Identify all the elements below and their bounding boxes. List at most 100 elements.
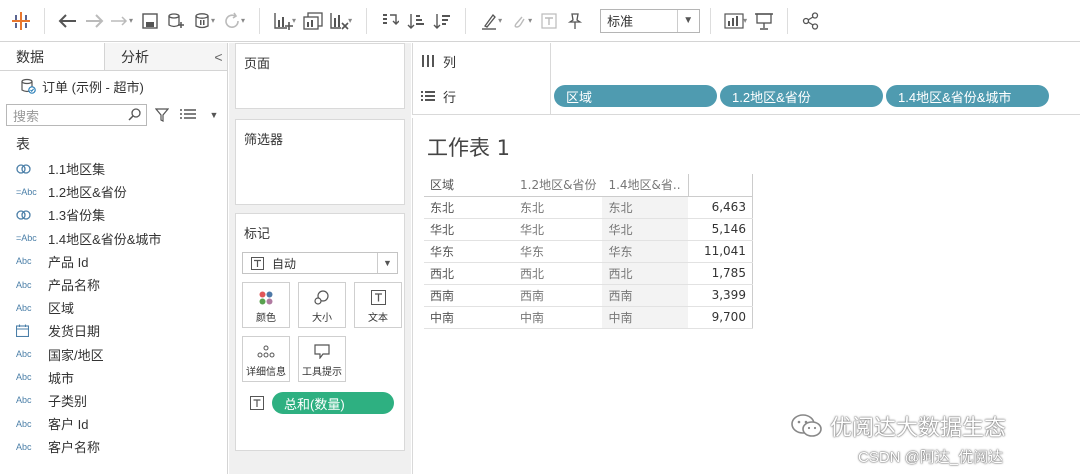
- cell-city[interactable]: 东北: [602, 196, 689, 219]
- back-icon[interactable]: [55, 8, 81, 34]
- color-button[interactable]: 颜色: [242, 282, 290, 328]
- cell-value[interactable]: 6,463: [688, 196, 753, 219]
- field-label: 子类别: [48, 393, 88, 409]
- header-region[interactable]: 区域: [424, 174, 514, 197]
- cards-dropdown-icon[interactable]: ▾: [743, 16, 747, 25]
- search-input[interactable]: 搜索: [6, 104, 147, 126]
- rows-shelf-label: 行: [413, 78, 551, 114]
- field-list: 1.1地区集 =Abc 1.2地区&省份 1.3省份集 =Abc 1.4地区&省份&城市 A…: [0, 157, 227, 458]
- field-item[interactable]: Abc 城市: [0, 366, 227, 389]
- cell-region[interactable]: 西北: [424, 262, 514, 285]
- field-item[interactable]: Abc 区域: [0, 296, 227, 319]
- filter-icon[interactable]: [151, 104, 173, 126]
- filters-card[interactable]: 筛选器: [235, 119, 405, 205]
- measure-pill[interactable]: 总和(数量): [272, 392, 394, 414]
- field-item[interactable]: 发货日期: [0, 319, 227, 342]
- show-mark-labels-icon[interactable]: [536, 8, 562, 34]
- field-item[interactable]: Abc 子类别: [0, 389, 227, 412]
- new-datasource-icon[interactable]: [163, 8, 189, 34]
- sort-ascending-icon[interactable]: [403, 8, 429, 34]
- field-item[interactable]: Abc 产品 Id: [0, 250, 227, 273]
- row-pill-region[interactable]: 区域: [554, 85, 717, 107]
- field-item[interactable]: 1.3省份集: [0, 203, 227, 226]
- header-city[interactable]: 1.4地区&省..: [602, 174, 689, 197]
- mark-buttons-row-2: 详细信息 工具提示: [236, 328, 404, 382]
- cell-region[interactable]: 中南: [424, 306, 514, 329]
- detail-label: 详细信息: [246, 366, 286, 378]
- cell-region[interactable]: 华东: [424, 240, 514, 263]
- search-row: 搜索 ▼: [0, 101, 227, 129]
- field-item[interactable]: =Abc 1.4地区&省份&城市: [0, 227, 227, 250]
- new-worksheet-dropdown-icon[interactable]: ▾: [292, 16, 296, 25]
- cell-province[interactable]: 中南: [514, 306, 603, 329]
- cell-value[interactable]: 5,146: [688, 218, 753, 241]
- cell-city[interactable]: 西北: [602, 262, 689, 285]
- field-item[interactable]: Abc 产品名称: [0, 273, 227, 296]
- row-pill-region-province-city[interactable]: 1.4地区&省份&城市: [886, 85, 1049, 107]
- color-label: 颜色: [256, 312, 276, 324]
- pages-card[interactable]: 页面: [235, 43, 405, 109]
- cell-province[interactable]: 东北: [514, 196, 603, 219]
- field-item[interactable]: Abc 客户名称: [0, 435, 227, 458]
- detail-button[interactable]: 详细信息: [242, 336, 290, 382]
- replay-dropdown-icon[interactable]: ▾: [129, 16, 133, 25]
- cell-city[interactable]: 中南: [602, 306, 689, 329]
- pause-dropdown-icon[interactable]: ▾: [211, 16, 215, 25]
- sheet-title[interactable]: 工作表 1: [427, 132, 510, 162]
- highlight-dropdown-icon[interactable]: ▾: [498, 16, 502, 25]
- collapse-pane-button[interactable]: <: [210, 43, 227, 70]
- cell-province[interactable]: 西北: [514, 262, 603, 285]
- presentation-mode-icon[interactable]: [751, 8, 777, 34]
- share-icon[interactable]: [798, 8, 824, 34]
- cell-value[interactable]: 3,399: [688, 284, 753, 307]
- sort-descending-icon[interactable]: [429, 8, 455, 34]
- cell-city[interactable]: 华东: [602, 240, 689, 263]
- cell-province[interactable]: 华北: [514, 218, 603, 241]
- tab-data[interactable]: 数据: [0, 43, 105, 70]
- label-icon: [370, 287, 386, 309]
- field-item[interactable]: Abc 国家/地区: [0, 343, 227, 366]
- refresh-dropdown-icon[interactable]: ▾: [241, 16, 245, 25]
- crosstab-header-row: 区域 1.2地区&省份 1.4地区&省..: [424, 174, 753, 197]
- columns-shelf[interactable]: 列: [412, 43, 1080, 80]
- cell-city[interactable]: 西南: [602, 284, 689, 307]
- mark-type-select[interactable]: 自动 ▼: [242, 252, 398, 274]
- cell-city[interactable]: 华北: [602, 218, 689, 241]
- set-icon: [16, 209, 44, 221]
- fit-select[interactable]: 标准 ▼: [600, 8, 701, 33]
- cell-value[interactable]: 9,700: [688, 306, 753, 329]
- cell-region[interactable]: 西南: [424, 284, 514, 307]
- duplicate-sheet-icon[interactable]: [300, 8, 326, 34]
- swap-rows-columns-icon[interactable]: [377, 8, 403, 34]
- fix-axes-icon[interactable]: [562, 8, 588, 34]
- cell-province[interactable]: 西南: [514, 284, 603, 307]
- tab-analytics[interactable]: 分析: [105, 43, 210, 70]
- group-dropdown-icon[interactable]: ▾: [528, 16, 532, 25]
- field-item[interactable]: 1.1地区集: [0, 157, 227, 180]
- save-icon[interactable]: [137, 8, 163, 34]
- header-province[interactable]: 1.2地区&省份: [514, 174, 603, 197]
- datasource-icon: [20, 78, 36, 94]
- view-options-icon[interactable]: [177, 104, 199, 126]
- field-item[interactable]: Abc 客户 Id: [0, 412, 227, 435]
- tableau-logo-icon[interactable]: [8, 8, 34, 34]
- clear-dropdown-icon[interactable]: ▾: [348, 16, 352, 25]
- chevron-down-icon: ▼: [677, 9, 693, 32]
- datasource-item[interactable]: 订单 (示例 - 超市): [0, 71, 227, 101]
- cell-province[interactable]: 华东: [514, 240, 603, 263]
- view-options-dropdown-icon[interactable]: ▼: [203, 104, 225, 126]
- forward-icon[interactable]: [81, 8, 107, 34]
- cell-value[interactable]: 11,041: [688, 240, 753, 263]
- row-pill-region-province[interactable]: 1.2地区&省份: [720, 85, 883, 107]
- shelves-column: 页面 筛选器 标记 自动 ▼ 颜色 大小 文本 详细信息 工具提示 总和(数量): [229, 43, 411, 474]
- field-item[interactable]: =Abc 1.2地区&省份: [0, 180, 227, 203]
- label-button[interactable]: 文本: [354, 282, 402, 328]
- color-icon: [258, 287, 274, 309]
- rows-shelf[interactable]: 行 区域 1.2地区&省份 1.4地区&省份&城市: [412, 78, 1080, 115]
- watermark: 优阅达大数据生态: [790, 410, 1006, 442]
- tooltip-button[interactable]: 工具提示: [298, 336, 346, 382]
- size-button[interactable]: 大小: [298, 282, 346, 328]
- cell-region[interactable]: 东北: [424, 196, 514, 219]
- cell-region[interactable]: 华北: [424, 218, 514, 241]
- cell-value[interactable]: 1,785: [688, 262, 753, 285]
